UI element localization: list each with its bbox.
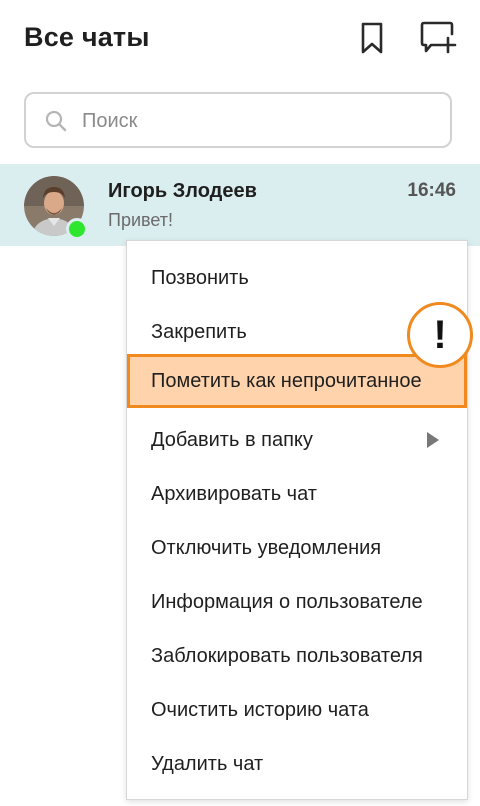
chat-list-item[interactable]: Игорь Злодеев Привет! 16:46 bbox=[0, 164, 480, 246]
menu-item-mute[interactable]: Отключить уведомления bbox=[127, 521, 467, 575]
bookmark-icon bbox=[361, 22, 383, 54]
menu-item-label: Удалить чат bbox=[151, 753, 264, 775]
submenu-arrow-icon bbox=[427, 432, 439, 448]
menu-item-label: Закрепить bbox=[151, 321, 247, 343]
menu-item-block-user[interactable]: Заблокировать пользователя bbox=[127, 629, 467, 683]
menu-item-label: Архивировать чат bbox=[151, 483, 317, 505]
search-icon bbox=[45, 110, 67, 132]
online-status-indicator bbox=[66, 218, 88, 240]
menu-item-label: Позвонить bbox=[151, 267, 249, 289]
page-title: Все чаты bbox=[24, 22, 150, 52]
menu-item-label: Отключить уведомления bbox=[151, 537, 382, 559]
menu-item-delete-chat[interactable]: Удалить чат bbox=[127, 737, 467, 791]
chat-last-message: Привет! bbox=[108, 210, 174, 230]
new-chat-icon bbox=[420, 21, 457, 54]
avatar[interactable] bbox=[24, 176, 88, 240]
menu-item-user-info[interactable]: Информация о пользователе bbox=[127, 575, 467, 629]
chat-timestamp: 16:46 bbox=[407, 180, 456, 201]
menu-item-label: Заблокировать пользователя bbox=[151, 645, 423, 667]
menu-item-add-to-folder[interactable]: Добавить в папку bbox=[127, 413, 467, 467]
menu-item-label: Очистить историю чата bbox=[151, 699, 369, 721]
chat-contact-name: Игорь Злодеев bbox=[108, 180, 257, 202]
bookmarks-button[interactable] bbox=[352, 18, 392, 58]
exclamation-icon: ! bbox=[407, 302, 473, 368]
search-box[interactable] bbox=[24, 92, 452, 148]
new-chat-button[interactable] bbox=[418, 18, 458, 58]
alert-badge-symbol: ! bbox=[433, 313, 447, 357]
menu-item-label: Информация о пользователе bbox=[151, 591, 423, 613]
menu-item-label: Добавить в папку bbox=[151, 429, 313, 451]
header: Все чаты bbox=[0, 0, 480, 80]
menu-item-label: Пометить как непрочитанное bbox=[151, 370, 422, 392]
search-input[interactable] bbox=[80, 104, 434, 138]
menu-item-call[interactable]: Позвонить bbox=[127, 251, 467, 305]
menu-item-clear-history[interactable]: Очистить историю чата bbox=[127, 683, 467, 737]
menu-item-archive[interactable]: Архивировать чат bbox=[127, 467, 467, 521]
